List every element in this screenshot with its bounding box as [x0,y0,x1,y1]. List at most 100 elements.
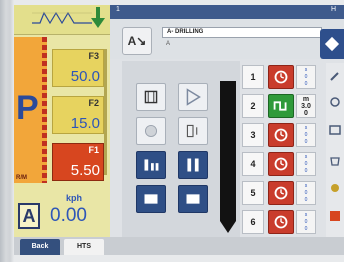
hmi-screen: P R/M F3 50.0 F2 15.0 F1 5.50 A kph 0.00… [14,5,344,255]
wave-icon [273,101,287,111]
value-line: s [304,183,308,189]
marker-icon [186,124,198,138]
value-line: 0 [304,132,308,138]
sort-button[interactable]: A↘ [122,27,152,55]
feed-value: 5.50 [70,162,100,179]
section-toggle[interactable] [268,152,294,176]
graph-area [14,5,110,35]
clock-icon [274,186,288,200]
gauge-icon[interactable] [328,123,342,137]
speed-unit: kph [66,193,83,203]
feed-value: 50.0 [70,68,100,85]
value-line: 0 [304,190,308,196]
section-value: s00 [296,210,316,234]
bag-icon[interactable] [328,153,342,167]
feed-f1[interactable]: F1 5.50 [52,143,104,181]
section-number: 4 [242,152,264,176]
section-toggle[interactable] [268,210,294,234]
marker-button[interactable] [178,117,208,145]
value-line: 0 [304,168,308,174]
value-line: s [304,125,308,131]
section-number: 1 [242,65,264,89]
feed-label: F3 [88,51,99,61]
graph-icon [32,11,92,25]
value-line: 0 [304,110,308,117]
tools-icon[interactable] [328,95,342,109]
stop-right-button[interactable] [178,185,208,213]
tab-bar: Back HTS [14,237,344,255]
value-line: s [304,154,308,160]
value-line: 0 [304,197,308,203]
feed-label: F2 [88,98,99,108]
tramline-button[interactable] [136,83,166,111]
section-number: 5 [242,181,264,205]
value-line: 0 [304,226,308,232]
stop-right-icon [186,194,200,204]
section-value: s00 [296,152,316,176]
circle-button[interactable] [136,117,166,145]
clock-icon [274,128,288,142]
section-value: s00 [296,123,316,147]
feed-value: 15.0 [70,115,100,132]
program-header: A↘ A- DRILLING A [110,19,344,59]
value-line: m [302,96,310,103]
stop-left-icon [144,194,158,204]
value-line: 3.0 [301,103,311,110]
seed-icon[interactable] [328,181,342,195]
section-number: 6 [242,210,264,234]
navigation-button[interactable] [320,29,344,59]
level-bar [220,81,236,221]
section-value: m 3.0 0 [296,94,316,118]
speed-panel: A kph 0.00 [14,185,110,237]
scale-label: R/M [16,175,27,181]
value-line: s [304,67,308,73]
feed-f2[interactable]: F2 15.0 [52,96,104,134]
section-left-icon [144,159,159,171]
status-letter: H [330,6,336,13]
section-toggle[interactable] [268,94,294,118]
tab-hts[interactable]: HTS [64,239,104,255]
play-icon [186,88,201,106]
side-toolbar [326,63,344,237]
level-arrow-icon [220,221,236,233]
section-left-button[interactable] [136,151,166,179]
alarm-icon[interactable] [328,209,342,223]
value-line: 0 [304,81,308,87]
clock-icon [274,157,288,171]
section-number: 3 [242,123,264,147]
value-line: s [304,212,308,218]
diamond-icon [324,36,340,52]
feed-label: F1 [88,145,99,155]
value-line: 0 [304,139,308,145]
program-subtitle: A [166,41,171,47]
gear-letter: P [16,89,39,127]
pause-icon [187,158,199,172]
value-line: 0 [304,161,308,167]
feed-f3[interactable]: F3 50.0 [52,49,104,87]
auto-mode-icon[interactable]: A [18,203,40,229]
value-line: 0 [304,219,308,225]
feed-slider[interactable] [104,49,107,175]
tab-back[interactable]: Back [20,239,60,255]
value-line: 0 [304,74,308,80]
left-panel: P R/M F3 50.0 F2 15.0 F1 5.50 A kph 0.00 [14,5,110,237]
clock-icon [274,70,288,84]
section-value: s00 [296,65,316,89]
stop-left-button[interactable] [136,185,166,213]
section-toggle[interactable] [268,65,294,89]
wrench-icon[interactable] [328,69,342,83]
gear-scale [42,37,47,183]
clock-icon [274,215,288,229]
speed-value: 0.00 [50,205,87,226]
top-status-bar: 1 H [110,5,344,19]
section-toggle[interactable] [268,123,294,147]
pause-button[interactable] [178,151,208,179]
section-toggle[interactable] [268,181,294,205]
down-arrow-icon[interactable] [90,7,106,29]
program-name-field[interactable]: A- DRILLING [162,27,322,38]
status-number: 1 [116,6,120,13]
control-panel [122,61,240,237]
section-value: s00 [296,181,316,205]
section-number: 2 [242,94,264,118]
play-button[interactable] [178,83,208,111]
